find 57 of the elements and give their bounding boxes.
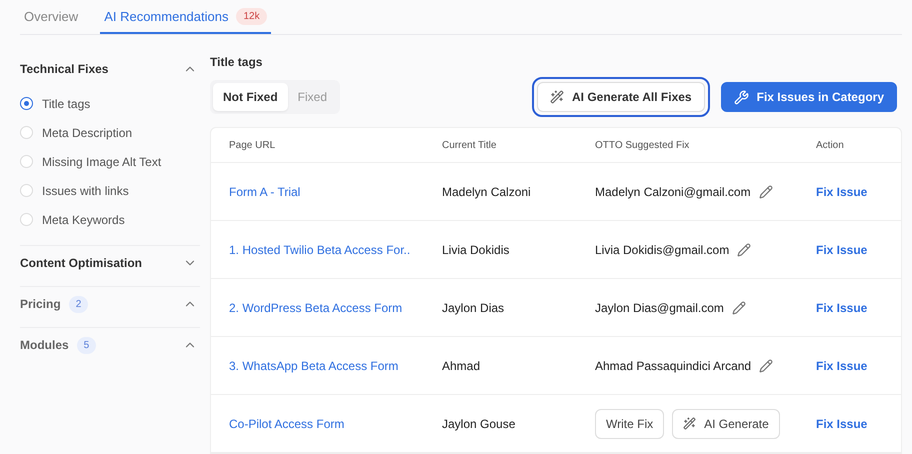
fix-issue-link[interactable]: Fix Issue xyxy=(816,242,868,256)
table-cell: Jaylon Dias xyxy=(442,300,504,314)
ai-generate-button[interactable]: AI Generate xyxy=(672,408,780,438)
fix-category-button[interactable]: Fix Issues in Category xyxy=(720,82,897,112)
table-cell: Ahmad xyxy=(442,358,480,372)
suggested-fix: Madelyn Calzoni@gmail.com xyxy=(595,184,751,198)
fix-issue-link[interactable]: Fix Issue xyxy=(816,416,868,430)
suggested-fix: Livia Dokidis@gmail.com xyxy=(595,242,730,256)
page-link[interactable]: 3. WhatsApp Beta Access Form xyxy=(229,358,398,372)
radio-option[interactable]: Meta Description xyxy=(20,118,200,147)
section-title: Modules xyxy=(20,338,69,352)
edit-icon[interactable] xyxy=(737,242,752,256)
suggested-fix: Jaylon Dias@gmail.com xyxy=(595,300,724,314)
filter-tab[interactable]: Not Fixed xyxy=(213,83,288,111)
page-link[interactable]: 2. WordPress Beta Access Form xyxy=(229,300,402,314)
option-label: Title tags xyxy=(42,96,90,110)
section-title: Pricing xyxy=(20,297,61,311)
tab[interactable]: AI Recommendations 12k xyxy=(100,0,271,34)
count-badge: 2 xyxy=(68,296,88,312)
section-title: Technical Fixes xyxy=(20,62,108,76)
column-header: Action xyxy=(816,128,901,163)
count-badge: 12k xyxy=(236,8,267,24)
page-link[interactable]: Co-Pilot Access Form xyxy=(229,416,344,430)
radio-option[interactable]: Issues with links xyxy=(20,176,200,205)
fix-issue-link[interactable]: Fix Issue xyxy=(816,358,868,372)
edit-icon[interactable] xyxy=(759,358,774,372)
fix-issue-link[interactable]: Fix Issue xyxy=(816,300,868,314)
section-heading: Title tags xyxy=(210,55,264,69)
suggested-fix: Ahmad Passaquindici Arcand xyxy=(595,358,752,372)
radio-option[interactable]: Missing Image Alt Text xyxy=(20,147,200,176)
table-cell: Livia Dokidis xyxy=(442,242,510,256)
column-header: OTTO Suggested Fix xyxy=(595,128,816,163)
tab[interactable]: Overview xyxy=(20,0,82,34)
radio-button[interactable] xyxy=(20,97,33,110)
magic-wand-icon xyxy=(550,90,564,104)
page-link[interactable]: Form A - Trial xyxy=(229,184,300,198)
write-fix-button[interactable]: Write Fix xyxy=(595,408,664,438)
radio-option[interactable]: Meta Keywords xyxy=(20,205,200,234)
table-cell: Madelyn Calzoni xyxy=(442,184,531,198)
magic-wand-icon xyxy=(683,417,696,430)
generate-all-button[interactable]: AI Generate All Fixes xyxy=(537,82,705,112)
column-header: Page URL xyxy=(211,128,442,163)
column-header: Current Title xyxy=(442,128,595,163)
edit-icon[interactable] xyxy=(732,300,746,314)
count-badge: 5 xyxy=(76,336,96,354)
option-label: Meta Description xyxy=(42,126,132,140)
edit-icon[interactable] xyxy=(758,184,773,198)
option-label: Meta Keywords xyxy=(42,212,125,226)
table-cell: Jaylon Gouse xyxy=(442,416,516,430)
page-link[interactable]: 1. Hosted Twilio Beta Access For.. xyxy=(229,242,410,256)
section-title: Content Optimisation xyxy=(20,256,142,270)
option-label: Missing Image Alt Text xyxy=(42,154,162,168)
radio-option[interactable]: Title tags xyxy=(20,89,200,118)
filter-tab[interactable]: Fixed xyxy=(288,83,338,111)
option-label: Issues with links xyxy=(42,184,129,198)
fix-issue-link[interactable]: Fix Issue xyxy=(816,184,868,198)
wrench-icon xyxy=(734,90,749,104)
